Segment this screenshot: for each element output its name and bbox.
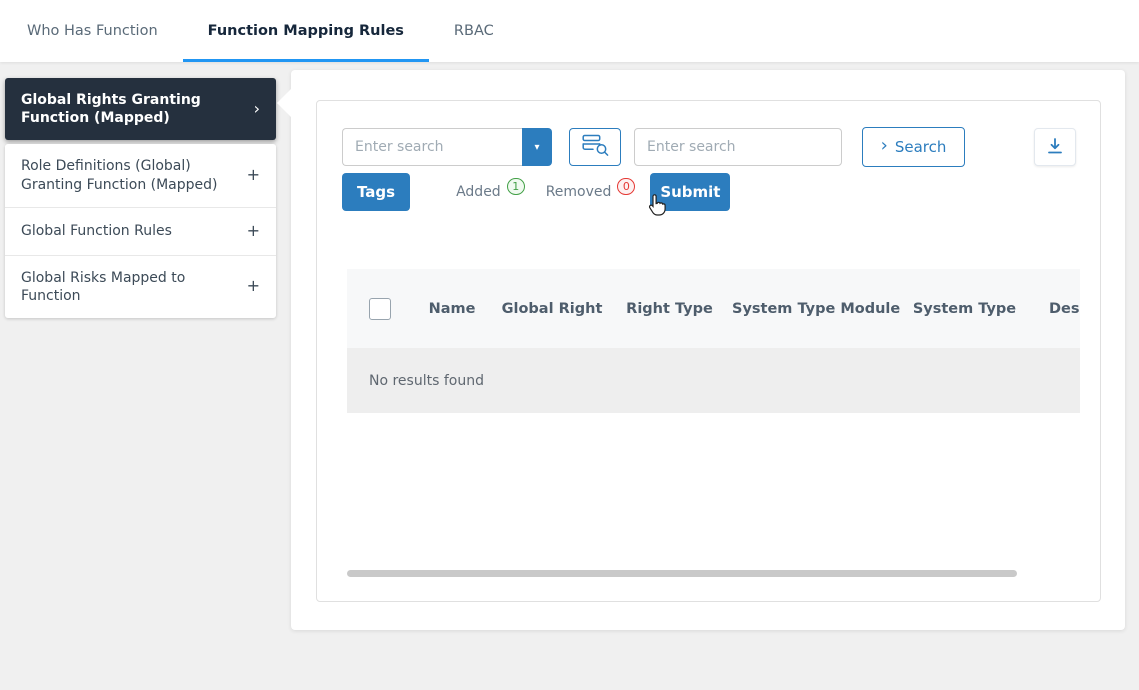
tab-who-has-function[interactable]: Who Has Function [2,0,183,62]
search-button-label: Search [895,138,947,156]
empty-results-row: No results found [347,348,1080,413]
download-icon [1046,137,1064,158]
plus-icon: + [247,276,260,297]
app-screen: Who Has Function Function Mapping Rules … [0,0,1139,690]
added-label: Added [456,184,501,200]
active-item-connector [277,89,291,117]
download-button[interactable] [1034,128,1076,166]
results-table: Name Global Right Right Type System Type… [347,269,1080,413]
chevron-right-icon: › [254,99,260,120]
sidebar-item-role-definitions-global[interactable]: Role Definitions (Global) Granting Funct… [5,144,276,207]
column-header-system-type: System Type [892,301,1037,317]
table-header-checkbox-cell [347,298,407,320]
select-all-checkbox[interactable] [369,298,391,320]
search-input[interactable] [634,128,842,166]
table-header-row: Name Global Right Right Type System Type… [347,269,1080,348]
column-header-right-type: Right Type [607,301,732,317]
advanced-search-button[interactable] [569,128,621,166]
sidebar-item-global-rights-granting-function[interactable]: Global Rights Granting Function (Mapped)… [5,78,276,140]
horizontal-scrollbar[interactable] [347,570,1017,577]
sidebar-item-global-risks-mapped[interactable]: Global Risks Mapped to Function + [5,256,276,318]
content-card: ▾ [291,70,1125,630]
filter-search-input[interactable] [342,128,522,166]
filter-dropdown-button[interactable]: ▾ [522,128,552,166]
sidebar-item-label: Global Rights Granting Function (Mapped) [21,91,244,127]
column-header-system-type-module: System Type Module [732,301,892,317]
top-tab-bar: Who Has Function Function Mapping Rules … [0,0,1139,62]
empty-results-message: No results found [369,373,484,389]
database-search-icon [582,134,609,160]
plus-icon: + [247,165,260,186]
results-panel: ▾ [316,100,1101,602]
tags-toolbar: Tags Added 1 Removed 0 Submit [342,173,730,211]
sidebar-group: Role Definitions (Global) Granting Funct… [5,144,276,318]
sidebar-item-label: Global Function Rules [21,222,172,240]
filter-search-group: ▾ [342,128,552,166]
tags-button[interactable]: Tags [342,173,410,211]
column-header-name: Name [407,301,497,317]
sidebar-item-label: Global Risks Mapped to Function [21,269,237,305]
sidebar-item-global-function-rules[interactable]: Global Function Rules + [5,208,276,256]
tab-rbac[interactable]: RBAC [429,0,519,62]
sidebar: Global Rights Granting Function (Mapped)… [5,78,276,318]
removed-label: Removed [546,184,612,200]
chevron-right-icon: › [881,137,888,155]
added-count-badge: 1 [507,178,525,195]
tab-function-mapping-rules[interactable]: Function Mapping Rules [183,0,429,62]
plus-icon: + [247,221,260,242]
search-button[interactable]: › Search [862,127,965,167]
sidebar-item-label: Role Definitions (Global) Granting Funct… [21,157,237,193]
search-toolbar: ▾ [342,127,1076,167]
chevron-down-icon: ▾ [534,142,539,153]
submit-button[interactable]: Submit [650,173,730,211]
column-header-global-right: Global Right [497,301,607,317]
removed-count-badge: 0 [617,178,635,195]
column-header-description: Desc [1037,301,1080,317]
